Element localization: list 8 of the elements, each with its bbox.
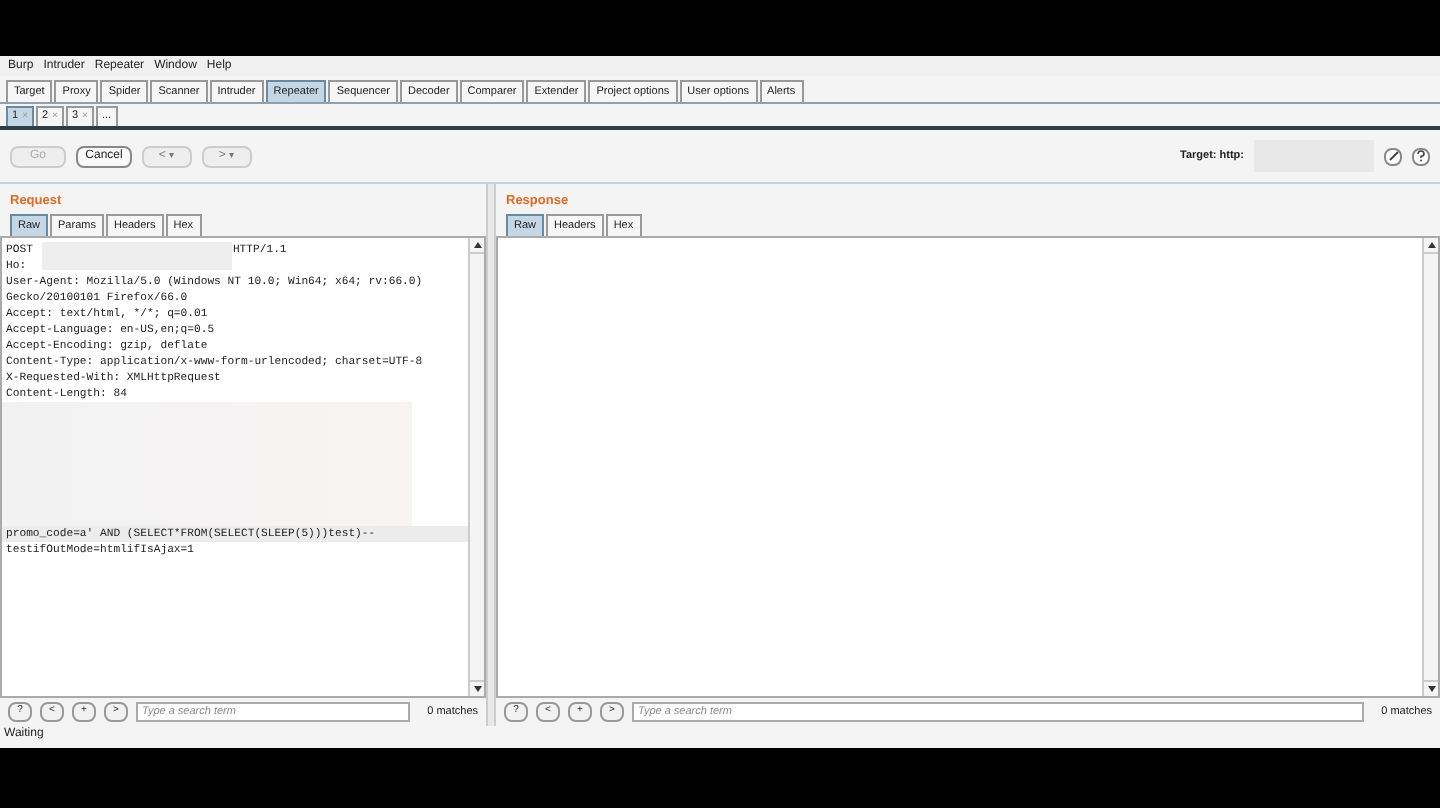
scrollbar[interactable] [1422,238,1438,696]
scroll-down-icon[interactable] [470,680,484,696]
scroll-down-icon[interactable] [1424,680,1438,696]
edit-icon[interactable] [1384,147,1402,165]
scroll-up-icon[interactable] [1424,238,1438,254]
help-icon[interactable] [1412,147,1430,165]
scrollbar[interactable] [468,238,484,696]
scroll-up-icon[interactable] [470,238,484,254]
